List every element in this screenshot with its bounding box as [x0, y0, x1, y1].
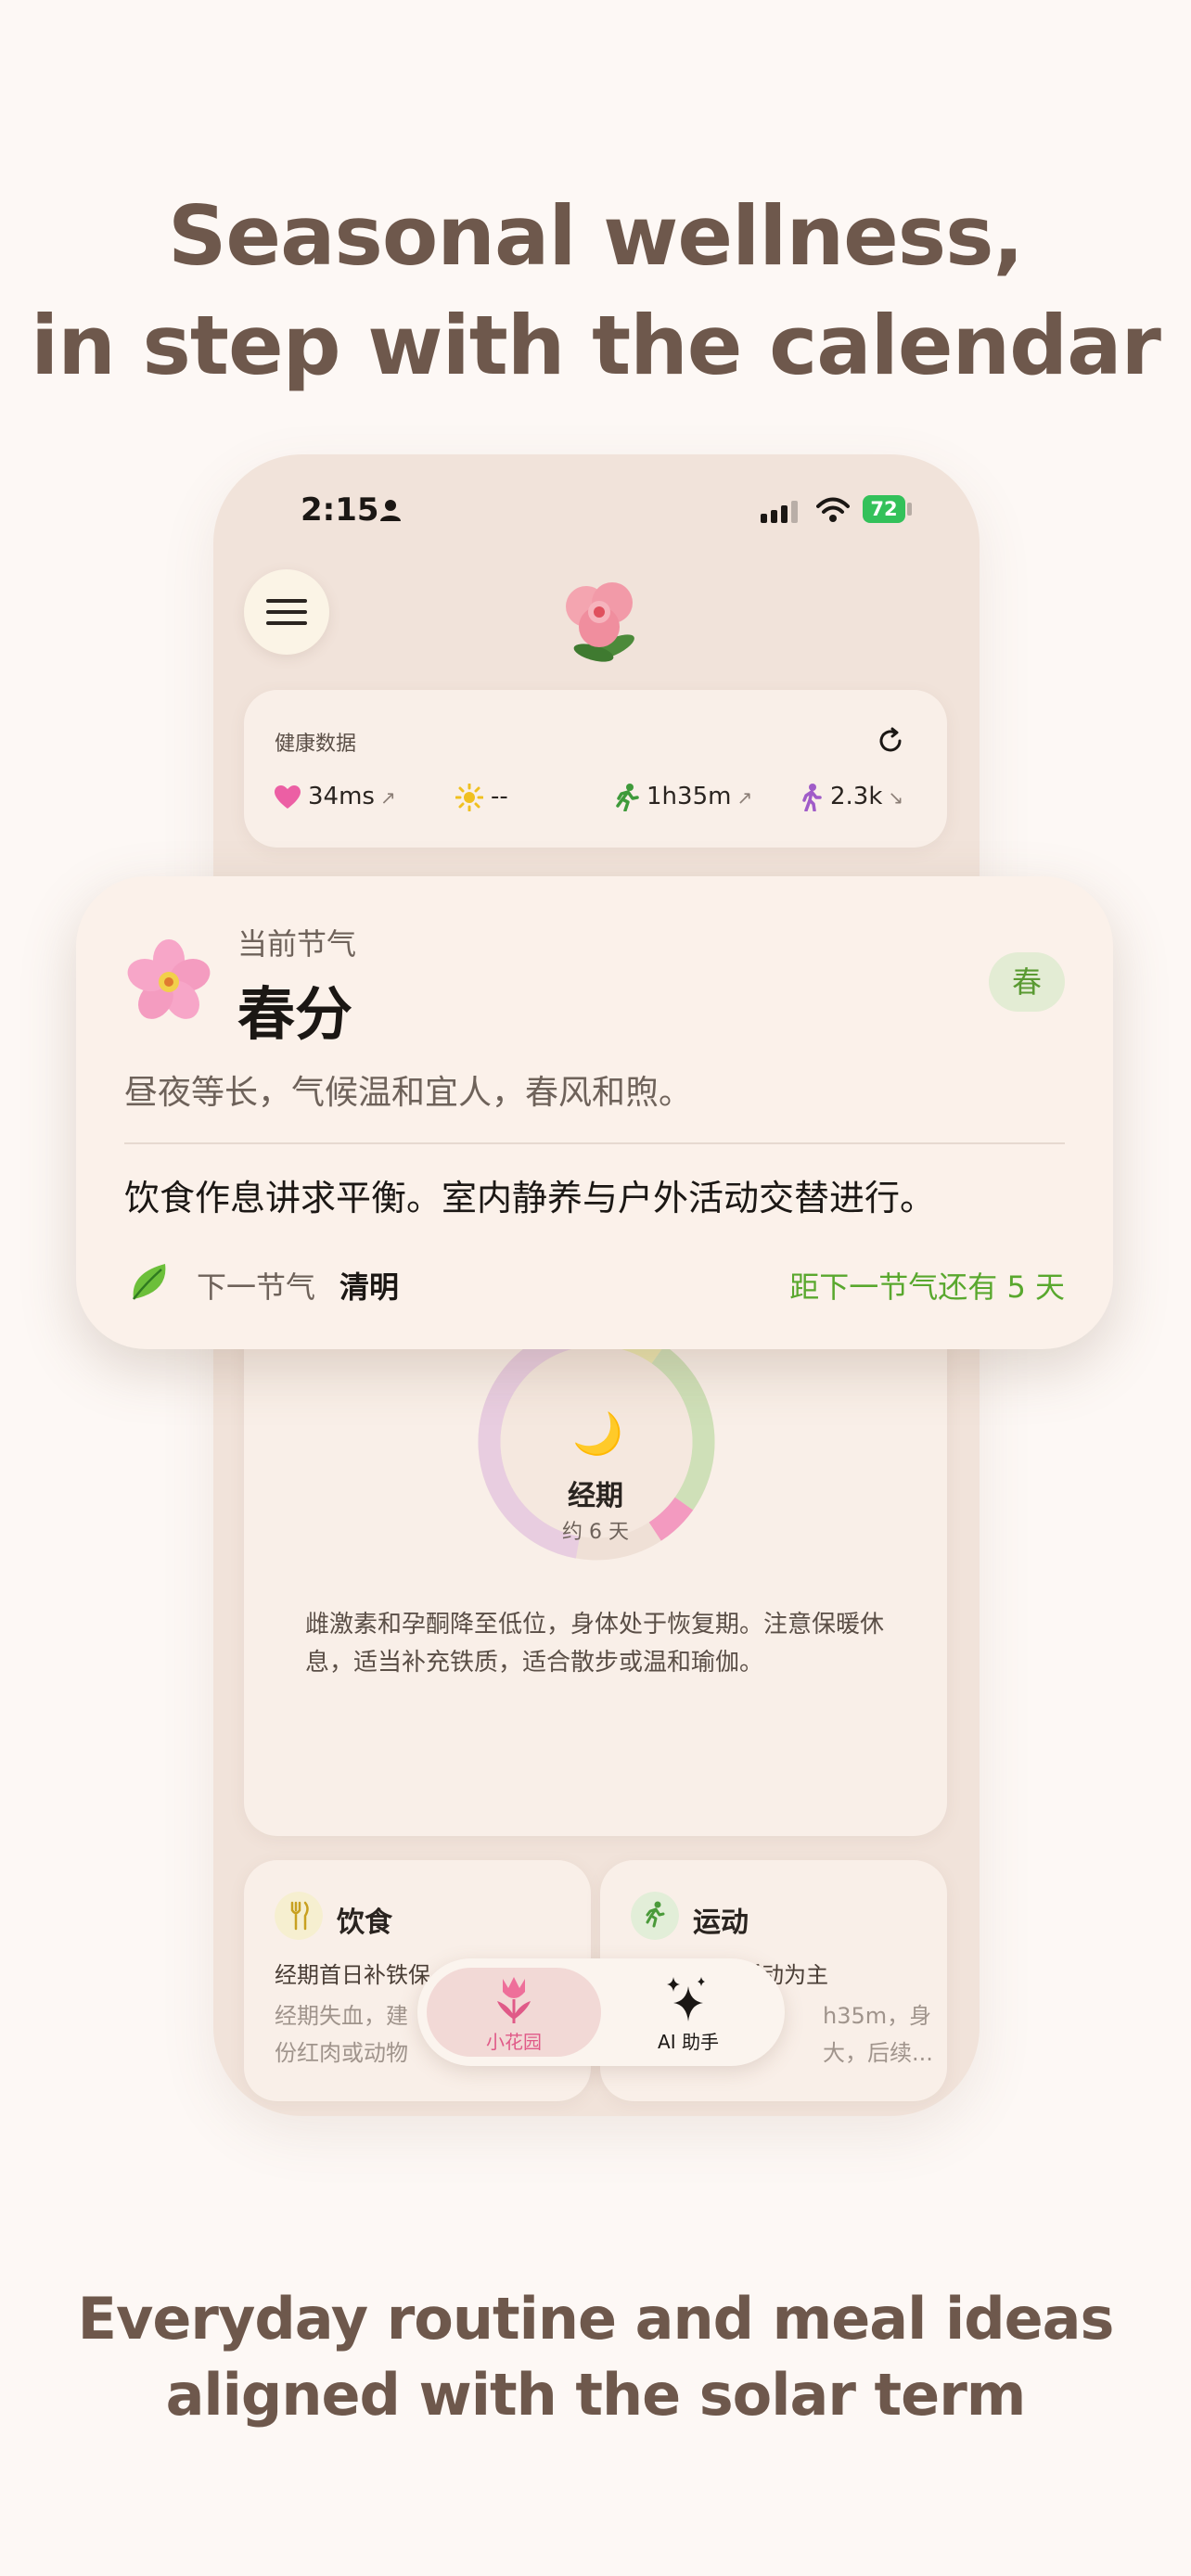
metric-exercise: 1h35m ↗ — [615, 783, 752, 811]
utensils-icon — [275, 1892, 323, 1940]
walking-icon — [802, 783, 822, 811]
health-card-title: 健康数据 — [275, 733, 357, 756]
wifi-icon — [816, 497, 850, 522]
leaf-icon — [133, 1264, 166, 1300]
headline-top-line-2: in step with the calendar — [31, 298, 1161, 393]
battery-tip — [907, 503, 912, 516]
headline-bottom-line-2: aligned with the solar term — [165, 2361, 1027, 2429]
refresh-icon[interactable] — [877, 727, 904, 755]
headline-top: Seasonal wellness, in step with the cale… — [0, 182, 1191, 401]
health-data-card[interactable]: 健康数据 34ms ↗ -- 1h35m ↗ 2.3k ↘ — [244, 690, 947, 848]
moon-icon: 🌙 — [572, 1410, 623, 1458]
headline-top-line-1: Seasonal wellness, — [168, 188, 1024, 284]
tab-bar: 小花园 AI 助手 — [417, 1958, 785, 2066]
cherry-blossom-icon — [127, 939, 211, 1019]
cycle-duration: 约 6 天 — [562, 1521, 629, 1544]
metric-exercise-value: 1h35m — [647, 783, 732, 810]
diet-card-subtitle: 经期首日补铁保 — [275, 1962, 430, 1988]
next-term-name: 清明 — [339, 1269, 400, 1305]
metric-exercise-trend: ↗ — [736, 786, 753, 809]
term-advice: 饮食作息讲求平衡。室内静养与户外活动交替进行。 — [124, 1178, 936, 1218]
metric-sunlight: -- — [455, 783, 508, 811]
metric-hrv-value: 34ms — [308, 783, 375, 810]
next-term-label: 下一节气 — [197, 1269, 316, 1305]
divider — [124, 1142, 1065, 1144]
running-icon — [616, 783, 639, 811]
term-description: 昼夜等长，气候温和宜人，春风和煦。 — [124, 1074, 693, 1112]
tab-garden[interactable]: 小花园 — [427, 1968, 601, 2057]
exercise-card-body-line-1: h35m，身 — [823, 2003, 932, 2029]
metric-sunlight-value: -- — [491, 783, 508, 810]
sparkle-icon — [667, 1977, 705, 2021]
current-term-name: 春分 — [237, 980, 353, 1048]
next-term-countdown: 距下一节气还有 5 天 — [789, 1269, 1065, 1305]
metric-steps-trend: ↘ — [888, 786, 904, 809]
exercise-card-body: h35m，身 大，后续... — [823, 1997, 943, 2072]
signal-icon — [761, 501, 798, 523]
tab-garden-label: 小花园 — [486, 2031, 542, 2053]
person-icon — [380, 500, 401, 521]
sun-icon — [455, 783, 483, 811]
tab-ai-label: AI 助手 — [658, 2031, 719, 2053]
tab-ai-assistant[interactable]: AI 助手 — [601, 1968, 775, 2057]
tulip-icon — [497, 1977, 531, 2023]
headline-bottom-line-1: Everyday routine and meal ideas — [77, 2285, 1115, 2353]
battery-indicator: 72 — [863, 495, 905, 523]
metric-hrv: 34ms ↗ — [275, 783, 396, 810]
cycle-card[interactable]: 🌙 经期 约 6 天 雌激素和孕酮降至低位，身体处于恢复期。注意保暖休息，适当补… — [244, 1289, 947, 1836]
metric-steps: 2.3k ↘ — [800, 783, 903, 811]
metric-steps-value: 2.3k — [830, 783, 883, 810]
metric-hrv-trend: ↗ — [379, 786, 396, 809]
exercise-card-body-line-2: 大，后续... — [823, 2040, 933, 2066]
season-badge: 春 — [989, 952, 1065, 1012]
heart-icon — [275, 784, 301, 809]
exercise-card-title: 运动 — [693, 1906, 749, 1939]
status-time: 2:15 — [301, 491, 379, 529]
headline-bottom: Everyday routine and meal ideas aligned … — [0, 2281, 1191, 2433]
current-term-label: 当前节气 — [237, 926, 357, 962]
cycle-phase: 经期 — [568, 1480, 623, 1512]
status-bar: 2:15 72 — [213, 454, 980, 566]
solar-term-card[interactable]: 当前节气 春分 春 昼夜等长，气候温和宜人，春风和煦。 饮食作息讲求平衡。室内静… — [76, 876, 1113, 1349]
flower-logo-icon — [566, 582, 634, 662]
diet-card-title: 饮食 — [337, 1906, 392, 1939]
menu-button[interactable] — [244, 569, 329, 655]
running-icon — [631, 1892, 679, 1940]
cycle-description: 雌激素和孕酮降至低位，身体处于恢复期。注意保暖休息，适当补充铁质，适合散步或温和… — [305, 1611, 885, 1677]
